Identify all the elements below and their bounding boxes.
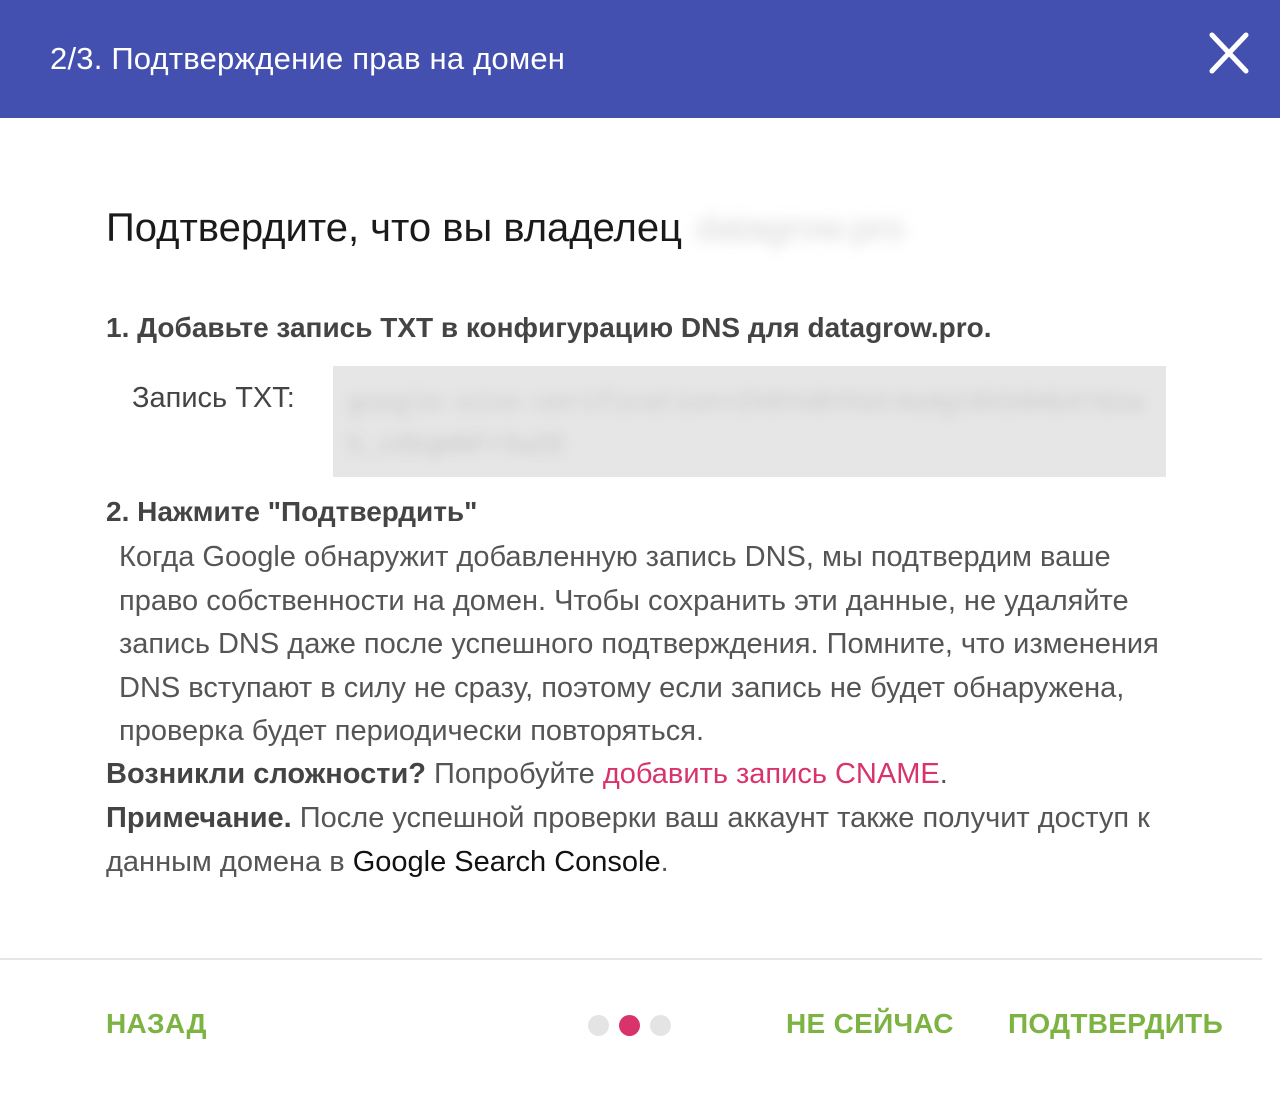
- step2-description: Когда Google обнаружит добавленную запис…: [119, 541, 1159, 747]
- back-button[interactable]: НАЗАД: [106, 1008, 207, 1040]
- not-now-button[interactable]: НЕ СЕЙЧАС: [786, 1008, 954, 1040]
- trouble-bold: Возникли сложности?: [106, 758, 426, 790]
- step-indicator: [588, 1015, 671, 1036]
- step-dot-3: [650, 1015, 671, 1036]
- heading-domain: datagrow.pro: [696, 207, 905, 248]
- close-button[interactable]: [1208, 30, 1250, 76]
- search-console-name: Google Search Console: [352, 846, 661, 878]
- step1-title: 1. Добавьте запись TXT в конфигурацию DN…: [106, 312, 992, 343]
- step-dot-1: [588, 1015, 609, 1036]
- step2-title: 2. Нажмите "Подтвердить": [106, 496, 478, 527]
- trouble-line: Возникли сложности? Попробуйте добавить …: [106, 753, 948, 796]
- note-bold: Примечание.: [106, 802, 292, 834]
- close-icon: [1209, 32, 1249, 74]
- footer-divider: [0, 958, 1262, 960]
- dialog-title: 2/3. Подтверждение прав на домен: [50, 41, 566, 76]
- txt-record-label: Запись TXT:: [132, 382, 295, 414]
- txt-record-value: google-site-verification=ZX9YU9YhUt4edgt…: [347, 388, 1143, 460]
- txt-record-row: Запись TXT: google-site-verification=ZX9…: [106, 366, 1206, 478]
- domain-verification-dialog: 2/3. Подтверждение прав на домен Подтвер…: [0, 0, 1280, 1120]
- page-title: Подтвердите, что вы владелец datagrow.pr…: [106, 200, 1206, 256]
- dialog-header: 2/3. Подтверждение прав на домен: [0, 0, 1280, 118]
- confirm-button[interactable]: ПОДТВЕРДИТЬ: [1008, 1008, 1223, 1040]
- heading-text: Подтвердите, что вы владелец: [106, 205, 683, 250]
- txt-record-value-box[interactable]: google-site-verification=ZX9YU9YhUt4edgt…: [333, 366, 1166, 477]
- trouble-end: .: [939, 758, 948, 790]
- note-end: .: [660, 846, 669, 878]
- dialog-content: Подтвердите, что вы владелец datagrow.pr…: [106, 200, 1206, 878]
- add-cname-link[interactable]: добавить запись CNAME: [603, 758, 940, 790]
- step-dot-2-active: [619, 1015, 640, 1036]
- trouble-text: Попробуйте: [426, 758, 603, 790]
- note-paragraph: Примечание. После успешной проверки ваш …: [106, 796, 1166, 884]
